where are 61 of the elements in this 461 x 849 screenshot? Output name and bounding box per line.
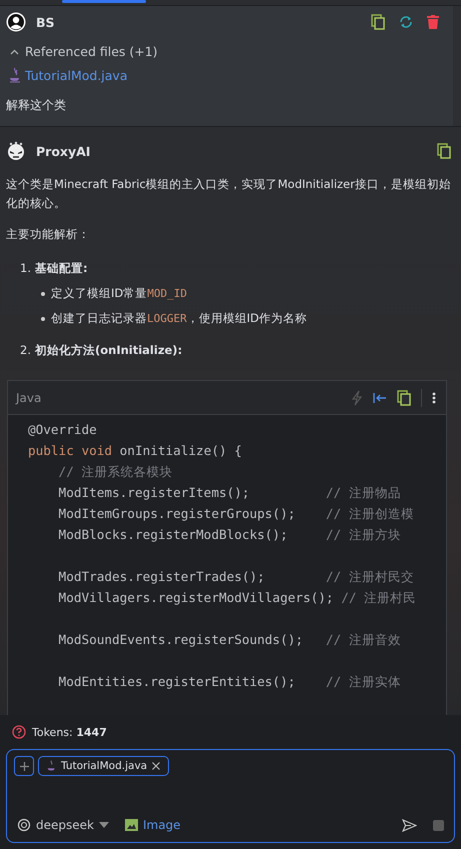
insert-left-icon[interactable] [373, 392, 387, 404]
section-title: 初始化方法(onInitialize): [34, 343, 182, 358]
chevron-icon [10, 48, 19, 54]
plus-icon [20, 762, 28, 770]
code-token: // 注册创造模 [326, 506, 414, 521]
dropdown-caret-icon [98, 822, 109, 828]
mascot-logo-icon [6, 141, 26, 161]
copy-icon[interactable] [371, 14, 385, 30]
message-text: 解释这个类 [6, 97, 67, 114]
code-token: // 注册音效 [326, 632, 401, 647]
image-button[interactable]: Image [124, 818, 181, 832]
code-token: ModVillagers.registerModVillagers(); [58, 590, 335, 605]
file-name: TutorialMod.java [61, 760, 148, 772]
refresh-icon[interactable] [399, 15, 413, 29]
copy-icon[interactable] [397, 390, 411, 406]
more-options-icon[interactable] [432, 392, 436, 404]
file-chip[interactable]: TutorialMod.java [38, 756, 170, 776]
stop-button[interactable] [433, 820, 444, 830]
section-title: 基础配置: [34, 261, 88, 276]
code-token: ModSoundEvents.registerSounds(); [58, 632, 304, 647]
response-paragraph: 这个类是Minecraft Fabric模组的主入口类，实现了ModInitializer接口，是模组初始化的核心。 [6, 176, 451, 212]
language-label: Java [16, 390, 42, 404]
token-count: Tokens: 1447 [32, 726, 107, 738]
code-token: ModBlocks.registerModBlocks(); [58, 527, 289, 542]
model-logo-icon [17, 818, 31, 832]
java-file-icon [47, 760, 56, 772]
add-context-button[interactable] [14, 756, 34, 776]
copy-icon[interactable] [437, 143, 451, 159]
delete-icon[interactable] [427, 15, 439, 29]
code-token: // 注册物品 [326, 485, 401, 500]
code-token: // 注册村民交 [326, 569, 414, 584]
java-file-icon [9, 67, 21, 83]
code-token: public void [28, 443, 114, 458]
code-token: onInitialize() { [120, 443, 242, 458]
model-dropdown[interactable]: deepseek [17, 818, 109, 832]
bullet-dot [41, 316, 45, 320]
code-token: @Override [28, 422, 97, 437]
list-number: 2. [20, 343, 31, 358]
close-icon[interactable] [152, 762, 160, 770]
bullet-text: 定义了模组ID常量MOD_ID [51, 286, 187, 301]
image-icon [124, 819, 138, 831]
code-token: ModEntities.registerEntities(); [58, 674, 296, 689]
list-number: 1. [20, 261, 31, 276]
code-token: ModTrades.registerTrades(); [58, 569, 266, 584]
referenced-files-toggle[interactable]: Referenced files (+1) [10, 44, 158, 59]
code-token: // 注册实体 [326, 674, 401, 689]
bullet-dot [41, 292, 45, 296]
author-name: ProxyAI [36, 144, 90, 158]
code-token: ModItemGroups.registerGroups(); [58, 506, 296, 521]
code-token: // 注册村民 [341, 590, 416, 605]
code-token: // 注册方块 [326, 527, 401, 542]
author-name: BS [36, 14, 55, 30]
avatar-icon [6, 12, 26, 32]
code-token: // 注册系统各模块 [58, 464, 172, 479]
help-icon[interactable] [12, 725, 26, 739]
response-subtitle: 主要功能解析： [6, 226, 91, 243]
bullet-text: 创建了日志记录器LOGGER，使用模组ID作为名称 [51, 311, 307, 326]
code-token: ModItems.registerItems(); [58, 485, 251, 500]
chat-input-field[interactable]: TutorialMod.java deepseek Image [6, 749, 455, 843]
file-link[interactable]: TutorialMod.java [25, 68, 128, 82]
send-icon[interactable] [402, 818, 417, 832]
